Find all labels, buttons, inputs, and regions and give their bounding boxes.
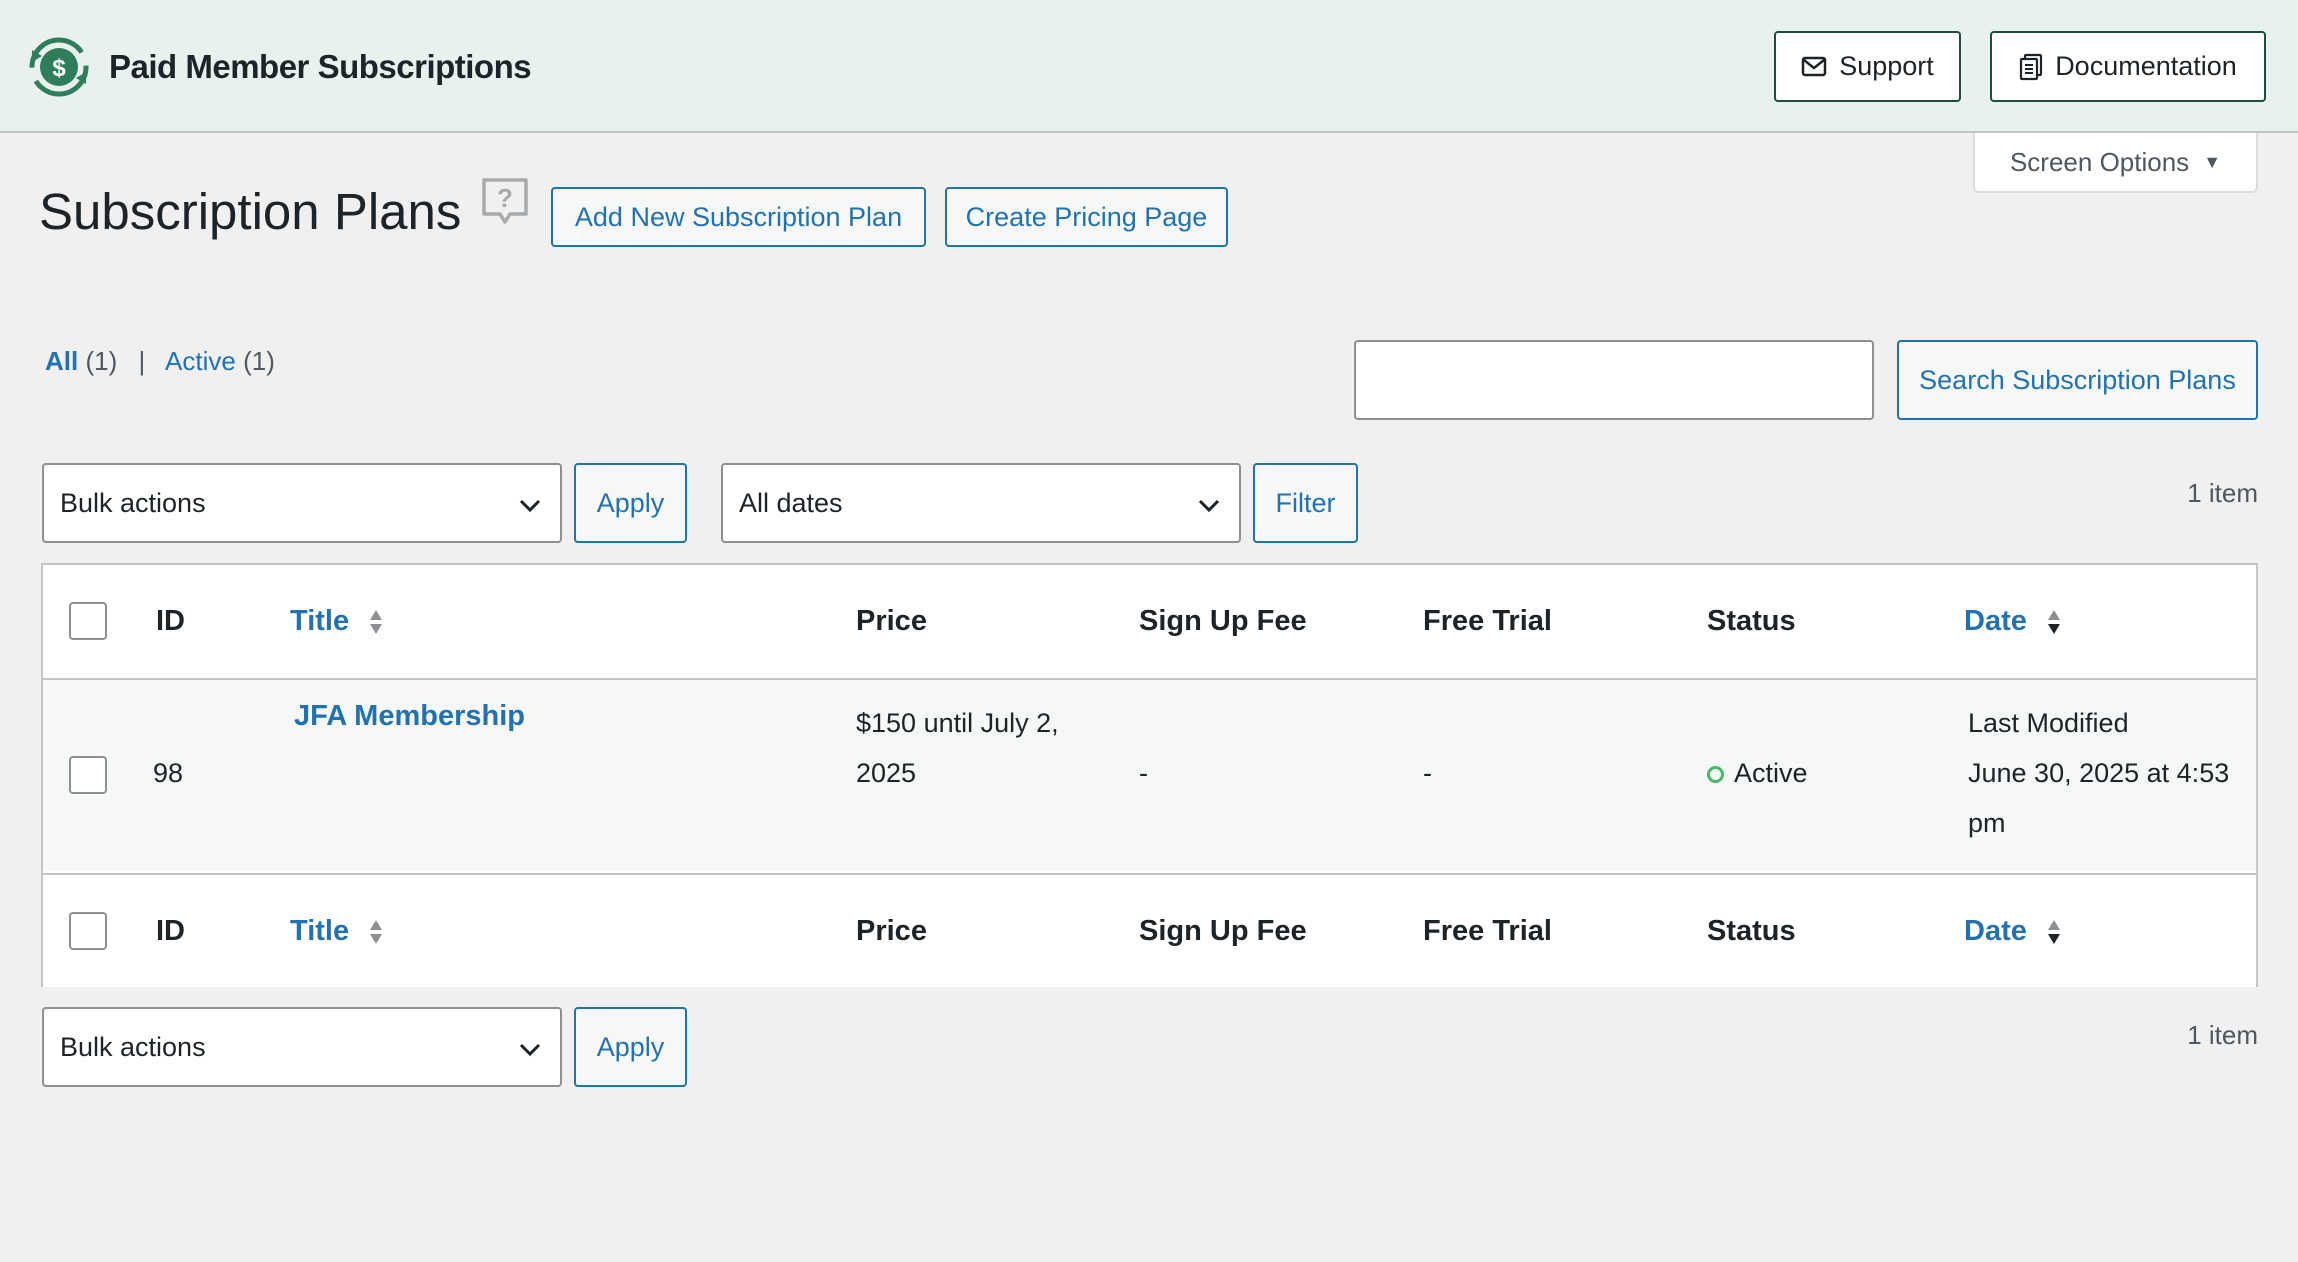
brand: $ Paid Member Subscriptions — [28, 36, 532, 98]
add-new-plan-button[interactable]: Add New Subscription Plan — [551, 187, 926, 247]
sort-arrows-icon — [2047, 920, 2060, 945]
plan-free-trial: - — [1423, 758, 1432, 788]
documentation-label: Documentation — [2055, 51, 2237, 81]
plan-date-line3: pm — [1968, 808, 2006, 838]
column-title[interactable]: Title — [290, 605, 383, 638]
screen-options-label: Screen Options — [2009, 146, 2190, 177]
status-active-dot-icon — [1707, 766, 1724, 784]
column-date-footer-label: Date — [1964, 915, 2027, 947]
apply-button-bottom[interactable]: Apply — [574, 1007, 687, 1087]
status-views: All (1) | Active (1) — [45, 346, 275, 377]
column-signup-fee-footer: Sign Up Fee — [1139, 915, 1307, 947]
column-title-footer-label: Title — [290, 915, 350, 947]
item-count-bottom: 1 item — [2187, 1020, 2258, 1050]
column-id-footer: ID — [156, 915, 185, 947]
column-title-footer[interactable]: Title — [290, 915, 383, 948]
item-count-top: 1 item — [2187, 478, 2258, 508]
column-title-label: Title — [290, 605, 350, 637]
bulk-actions-value-bottom: Bulk actions — [60, 1031, 206, 1062]
column-date-footer[interactable]: Date — [1964, 915, 2061, 948]
row-checkbox[interactable] — [69, 756, 107, 794]
column-id: ID — [156, 605, 185, 637]
search-input[interactable] — [1354, 340, 1874, 420]
plan-title-link[interactable]: JFA Membership — [294, 700, 525, 733]
plan-date-line2: June 30, 2025 at 4:53 — [1968, 758, 2230, 788]
plan-price-line1: $150 until July 2, — [856, 708, 1059, 738]
plan-price: $150 until July 2, 2025 — [856, 698, 1059, 798]
search-plans-button[interactable]: Search Subscription Plans — [1897, 340, 2258, 420]
bulk-actions-select-bottom[interactable]: Bulk actions — [42, 1007, 562, 1087]
caret-down-icon: ▼ — [2203, 151, 2222, 172]
support-label: Support — [1839, 51, 1934, 81]
brand-name: Paid Member Subscriptions — [109, 48, 532, 85]
plan-status: Active — [1707, 748, 1808, 798]
column-signup-fee: Sign Up Fee — [1139, 605, 1307, 637]
column-free-trial: Free Trial — [1423, 605, 1552, 637]
filter-button[interactable]: Filter — [1253, 463, 1358, 543]
screen-options-toggle[interactable]: Screen Options ▼ — [1973, 133, 2258, 193]
sort-arrows-icon — [2047, 610, 2060, 635]
bulk-actions-select-top[interactable]: Bulk actions — [42, 463, 562, 543]
plan-status-label: Active — [1734, 758, 1808, 788]
bulk-actions-value: Bulk actions — [60, 487, 206, 518]
chevron-down-icon — [519, 499, 541, 513]
table-row: 98 JFA Membership $150 until July 2, 202… — [43, 680, 2256, 871]
sort-arrows-icon — [370, 610, 383, 635]
chevron-down-icon — [1198, 499, 1220, 513]
dates-filter-select[interactable]: All dates — [721, 463, 1241, 543]
column-date[interactable]: Date — [1964, 605, 2061, 638]
view-active-link[interactable]: Active — [165, 346, 236, 376]
apply-button-top[interactable]: Apply — [574, 463, 687, 543]
page-title: Subscription Plans — [39, 183, 462, 240]
column-status-footer: Status — [1707, 915, 1796, 947]
table-header-row: ID Title Price Sign Up Fee Free Trial St… — [43, 565, 2256, 680]
envelope-icon — [1801, 56, 1827, 76]
view-all-count: (1) — [85, 346, 118, 376]
plan-date: Last Modified June 30, 2025 at 4:53 pm — [1968, 698, 2229, 848]
dollar-refresh-logo-icon: $ — [29, 37, 89, 97]
subscription-plans-table: ID Title Price Sign Up Fee Free Trial St… — [41, 563, 2258, 987]
column-price-footer: Price — [856, 915, 927, 947]
help-question-icon[interactable]: ? — [480, 176, 530, 228]
create-pricing-page-button[interactable]: Create Pricing Page — [945, 187, 1228, 247]
view-all-link[interactable]: All — [45, 346, 78, 376]
dates-filter-value: All dates — [739, 487, 843, 518]
view-active-count: (1) — [243, 346, 275, 376]
plan-price-line2: 2025 — [856, 758, 917, 788]
plan-date-line1: Last Modified — [1968, 708, 2129, 738]
svg-text:?: ? — [497, 183, 513, 213]
select-all-checkbox-bottom[interactable] — [69, 912, 107, 950]
document-icon — [2020, 53, 2043, 80]
column-free-trial-footer: Free Trial — [1423, 915, 1552, 947]
column-date-label: Date — [1964, 605, 2027, 637]
documentation-button[interactable]: Documentation — [1990, 31, 2266, 102]
sort-arrows-icon — [370, 920, 383, 945]
select-all-checkbox[interactable] — [69, 602, 107, 640]
plan-id: 98 — [153, 758, 184, 788]
view-separator: | — [138, 346, 146, 376]
plan-signup-fee: - — [1139, 758, 1148, 788]
chevron-down-icon — [519, 1043, 541, 1057]
column-status: Status — [1707, 605, 1796, 637]
plugin-header: $ Paid Member Subscriptions Support Docu… — [0, 0, 2298, 133]
column-price: Price — [856, 605, 927, 637]
support-button[interactable]: Support — [1774, 31, 1961, 102]
svg-text:$: $ — [52, 55, 66, 82]
table-footer-row: ID Title Price Sign Up Fee Free Trial St… — [43, 873, 2256, 987]
